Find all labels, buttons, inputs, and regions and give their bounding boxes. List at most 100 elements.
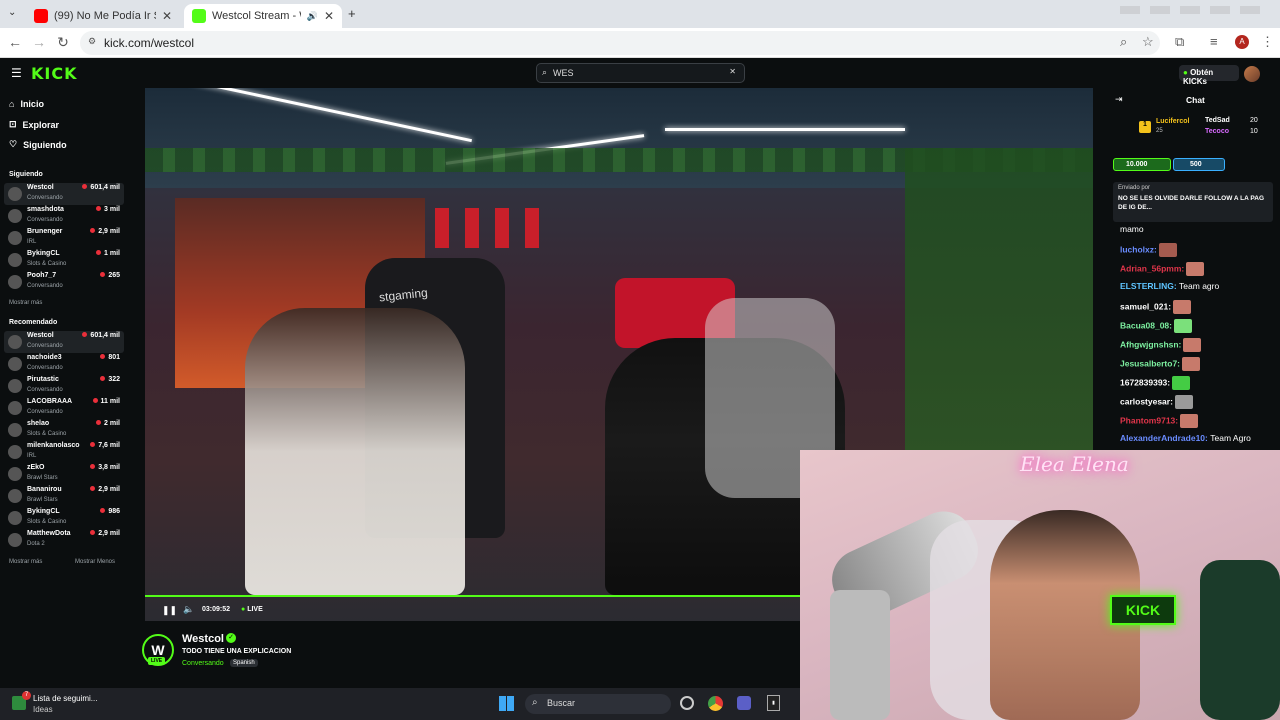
chat-username[interactable]: ELSTERLING:	[1120, 281, 1177, 291]
nav-explore[interactable]: ⊡ Explorar	[9, 119, 59, 130]
sidebar-channel-milenkanolasco[interactable]: milenkanolasco IRL 7,6 mil	[4, 441, 124, 463]
nav-following[interactable]: ♡ Siguiendo	[9, 139, 67, 150]
pinned-by-label: Enviado por	[1118, 185, 1151, 191]
chat-message[interactable]: Jesusalberto7:	[1120, 357, 1200, 371]
viewer-count-value: 2,9 mil	[98, 228, 120, 235]
chat-message[interactable]: Afhgwjgnshsn:	[1120, 338, 1202, 352]
show-less-link[interactable]: Mostrar Menos	[75, 559, 115, 565]
window-controls	[1120, 6, 1270, 14]
site-info-icon[interactable]: ⚙	[88, 36, 96, 47]
volume-icon[interactable]: 🔈	[183, 604, 194, 615]
sidebar-channel-smashdota[interactable]: smashdota Conversando 3 mil	[4, 205, 124, 227]
top-gifter-amount: 25	[1156, 128, 1163, 134]
sidebar-channel-nachoide3[interactable]: nachoide3 Conversando 801	[4, 353, 124, 375]
hamburger-icon[interactable]: ☰	[11, 66, 22, 80]
chat-message[interactable]: Phantom9713:	[1120, 414, 1199, 428]
chat-message[interactable]: ELSTERLING: Team agro	[1120, 281, 1219, 291]
close-icon[interactable]: ✕	[162, 9, 172, 23]
sidebar-channel-bykingcl[interactable]: BykingCL Slots & Casino 1 mil	[4, 249, 124, 271]
stream-category[interactable]: Conversando	[182, 660, 224, 667]
clear-search-icon[interactable]: ✕	[729, 67, 736, 76]
chat-message[interactable]: Bacua08_08:	[1120, 319, 1192, 333]
kick-icon	[192, 9, 206, 23]
sidebar-channel-bykingcl[interactable]: BykingCL Slots & Casino 986	[4, 507, 124, 529]
back-icon[interactable]: ←	[6, 34, 24, 50]
taskbar: 7 Lista de seguimi... Ideas ⌕ Buscar ▮	[0, 688, 800, 720]
chat-panel: ⇥ Chat 1 Lucifercol 25 TedSad 20 Tecoco …	[1108, 88, 1280, 450]
gifter-name[interactable]: TedSad	[1205, 117, 1230, 124]
teams-icon[interactable]	[737, 696, 751, 710]
taskbar-search-input[interactable]: ⌕ Buscar	[525, 694, 671, 714]
chat-username[interactable]: Adrian_56pmm:	[1120, 263, 1184, 273]
chat-username[interactable]: Phantom9713:	[1120, 415, 1178, 425]
app-icon-generic[interactable]	[680, 696, 694, 710]
pause-icon[interactable]: ❚❚	[162, 605, 177, 616]
url-field[interactable]: ⚙ kick.com/westcol	[80, 31, 1160, 55]
chat-message[interactable]: lucholxz:	[1120, 243, 1177, 257]
sidebar-channel-zeko[interactable]: zEkO Brawl Stars 3,8 mil	[4, 463, 124, 485]
menu-icon[interactable]: ⋮	[1261, 34, 1274, 50]
chat-message[interactable]: mamo	[1120, 224, 1144, 234]
new-tab-button[interactable]: +	[348, 6, 356, 21]
sidebar-channel-brunenger[interactable]: Brunenger IRL 2,9 mil	[4, 227, 124, 249]
mic-arm	[830, 590, 890, 720]
collapse-chat-icon[interactable]: ⇥	[1115, 94, 1123, 105]
bookmark-star-icon[interactable]: ☆	[1142, 34, 1154, 50]
chat-message[interactable]: carlostyesar:	[1120, 395, 1193, 409]
show-more-link[interactable]: Mostrar más	[9, 300, 42, 306]
tab-list-icon[interactable]: ⌄	[8, 7, 16, 18]
streamer-name[interactable]: Westcol	[182, 633, 224, 645]
sidebar-channel-bananirou[interactable]: Bananirou Brawl Stars 2,9 mil	[4, 485, 124, 507]
top-gifter-name[interactable]: Lucifercol	[1156, 118, 1189, 125]
goal-badge: 500	[1173, 158, 1225, 171]
sidebar-channel-westcol[interactable]: Westcol Conversando 601,4 mil	[4, 331, 124, 353]
language-tag[interactable]: Spanish	[230, 659, 258, 667]
chat-username[interactable]: Bacua08_08:	[1120, 320, 1172, 330]
show-more-link[interactable]: Mostrar más	[9, 559, 42, 565]
chat-username[interactable]: Afhgwjgnshsn:	[1120, 339, 1181, 349]
nav-home[interactable]: ⌂ Inicio	[9, 99, 44, 109]
tab-youtube[interactable]: (99) No Me Podía Ir Sin Grabar ✕	[26, 4, 180, 28]
sidebar-channel-pooh7_7[interactable]: Pooh7_7 Conversando 265	[4, 271, 124, 293]
sidebar-channel-pirutastic[interactable]: Pirutastic Conversando 322	[4, 375, 124, 397]
profile-avatar[interactable]: A	[1235, 35, 1249, 49]
channel-name: smashdota	[27, 206, 64, 213]
media-icon[interactable]: ≡	[1210, 34, 1218, 49]
chat-username[interactable]: Jesusalberto7:	[1120, 358, 1180, 368]
sidebar-channel-matthewdota[interactable]: MatthewDota Dota 2 2,9 mil	[4, 529, 124, 551]
search-input[interactable]: ⌕ WES ✕	[536, 63, 745, 83]
chat-username[interactable]: lucholxz:	[1120, 244, 1157, 254]
home-icon: ⌂	[9, 99, 15, 109]
widget-title[interactable]: Lista de seguimi...	[33, 694, 97, 703]
channel-avatar	[8, 423, 22, 437]
chat-username[interactable]: samuel_021:	[1120, 301, 1171, 311]
chat-message[interactable]: Adrian_56pmm:	[1120, 262, 1205, 276]
forward-icon[interactable]: →	[30, 34, 48, 50]
sidebar-channel-westcol[interactable]: Westcol Conversando 601,4 mil	[4, 183, 124, 205]
sidebar-channel-shelao[interactable]: shelao Slots & Casino 2 mil	[4, 419, 124, 441]
epic-games-icon[interactable]: ▮	[767, 695, 780, 711]
get-kicks-button[interactable]: ● Obtén KICKs	[1179, 65, 1239, 86]
emote-icon	[1183, 338, 1202, 352]
chat-message[interactable]: AlexanderAndrade10: Team Agro	[1120, 433, 1251, 443]
reload-icon[interactable]: ↻	[54, 34, 72, 51]
channel-name: Pirutastic	[27, 376, 59, 383]
chat-username[interactable]: 1672839393:	[1120, 377, 1170, 387]
close-icon[interactable]: ✕	[324, 9, 334, 23]
sidebar: ⌂ Inicio ⊡ Explorar ♡ Siguiendo Siguiendo W…	[0, 88, 128, 688]
extensions-icon[interactable]: ⧉	[1175, 34, 1184, 50]
pinned-message[interactable]: Enviado por NO SE LES OLVIDE DARLE FOLLO…	[1113, 182, 1273, 222]
kick-logo[interactable]: KICK	[31, 64, 78, 83]
chat-username[interactable]: carlostyesar:	[1120, 396, 1173, 406]
chat-username[interactable]: AlexanderAndrade10:	[1120, 433, 1208, 443]
tab-kick[interactable]: Westcol Stream - Watch Liv 🔊 ✕	[184, 4, 342, 28]
user-avatar[interactable]	[1244, 66, 1260, 82]
gifter-name[interactable]: Tecoco	[1205, 128, 1229, 135]
chat-message[interactable]: samuel_021:	[1120, 300, 1192, 314]
zoom-icon[interactable]: ⌕	[1120, 34, 1127, 50]
chrome-icon[interactable]	[708, 696, 723, 711]
viewer-count: 986	[100, 508, 120, 515]
windows-start-icon[interactable]	[499, 696, 514, 711]
chat-message[interactable]: 1672839393:	[1120, 376, 1191, 390]
sidebar-channel-lacobraaa[interactable]: LACOBRAAA Conversando 11 mil	[4, 397, 124, 419]
